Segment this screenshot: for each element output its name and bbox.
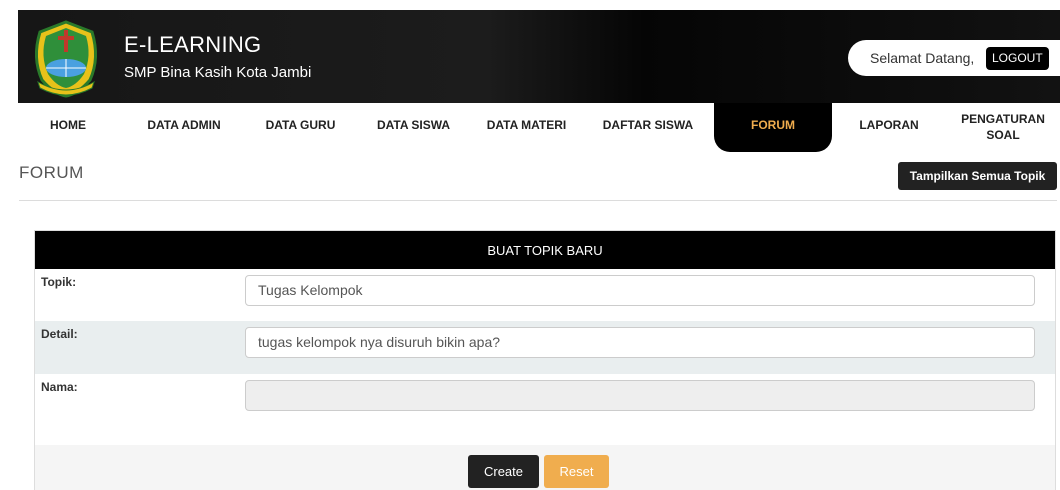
nama-row: Nama: xyxy=(35,374,1055,445)
school-logo-icon xyxy=(35,20,97,98)
form-heading: BUAT TOPIK BARU xyxy=(35,231,1055,269)
topik-row: Topik: Tugas Kelompok xyxy=(35,269,1055,321)
divider xyxy=(19,200,1057,201)
detail-label: Detail: xyxy=(41,327,78,341)
nama-label: Nama: xyxy=(41,380,78,394)
show-all-topics-button[interactable]: Tampilkan Semua Topik xyxy=(898,162,1057,190)
topik-label: Topik: xyxy=(41,275,77,289)
site-header: E-LEARNING SMP Bina Kasih Kota Jambi Sel… xyxy=(18,10,1060,103)
welcome-box: Selamat Datang, LOGOUT xyxy=(848,40,1060,76)
page-title: FORUM xyxy=(19,163,84,182)
nav-item-data-admin[interactable]: DATA ADMIN xyxy=(124,103,244,155)
nav-item-daftar-siswa[interactable]: DAFTAR SISWA xyxy=(583,103,713,155)
new-topic-form: BUAT TOPIK BARU Topik: Tugas Kelompok De… xyxy=(34,230,1056,490)
nav-item-data-siswa[interactable]: DATA SISWA xyxy=(357,103,470,155)
nama-input[interactable] xyxy=(245,380,1035,411)
reset-button[interactable]: Reset xyxy=(544,455,609,488)
site-title: E-LEARNING xyxy=(124,32,262,57)
create-button[interactable]: Create xyxy=(468,455,539,488)
detail-row: Detail: tugas kelompok nya disuruh bikin… xyxy=(35,321,1055,374)
main-nav: HOME DATA ADMIN DATA GURU DATA SISWA DAT… xyxy=(18,103,1060,155)
form-actions: Create Reset xyxy=(35,445,1055,490)
detail-input[interactable]: tugas kelompok nya disuruh bikin apa? xyxy=(245,327,1035,358)
nav-item-pengaturan-soal[interactable]: PENGATURAN SOAL xyxy=(956,103,1050,155)
site-subtitle: SMP Bina Kasih Kota Jambi xyxy=(124,64,312,81)
nav-item-home[interactable]: HOME xyxy=(33,103,103,155)
nav-item-data-materi[interactable]: DATA MATERI xyxy=(470,103,583,155)
logout-button[interactable]: LOGOUT xyxy=(986,47,1049,70)
topik-input[interactable]: Tugas Kelompok xyxy=(245,275,1035,306)
welcome-text: Selamat Datang, xyxy=(870,50,975,66)
nav-item-data-guru[interactable]: DATA GURU xyxy=(244,103,357,155)
nav-item-laporan[interactable]: LAPORAN xyxy=(832,103,946,155)
nav-item-forum[interactable]: FORUM xyxy=(714,103,832,152)
